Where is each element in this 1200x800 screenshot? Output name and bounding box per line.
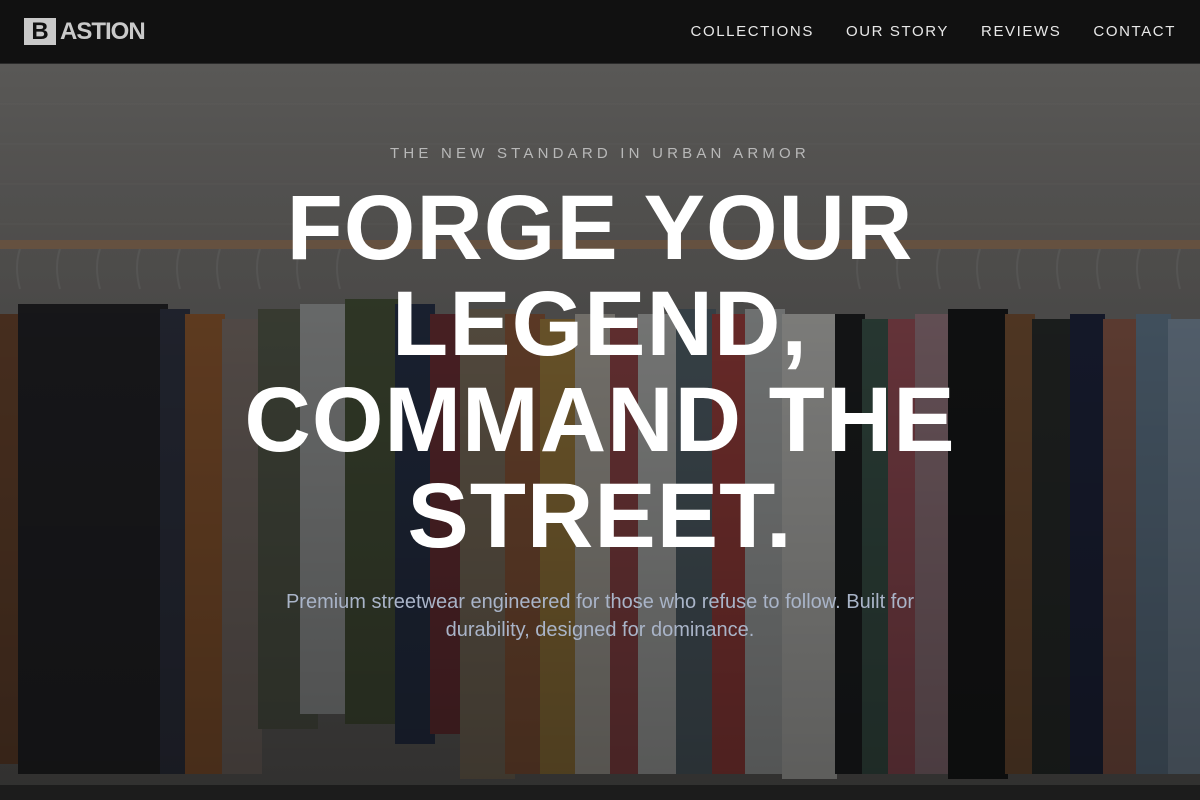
- nav-link-reviews[interactable]: REVIEWS: [981, 23, 1061, 40]
- nav-link-contact[interactable]: CONTACT: [1093, 23, 1176, 40]
- logo-text: ASTION: [60, 17, 146, 45]
- top-navigation: B ASTION COLLECTIONS OUR STORY REVIEWS C…: [0, 0, 1200, 64]
- hero-subtext: Premium streetwear engineered for those …: [285, 591, 915, 641]
- logo-mark: B: [24, 18, 56, 45]
- hero-section: THE NEW STANDARD IN URBAN ARMOR FORGE YO…: [0, 64, 1200, 785]
- next-section-edge: [0, 785, 1200, 800]
- nav-link-collections[interactable]: COLLECTIONS: [691, 23, 814, 40]
- nav-link-our-story[interactable]: OUR STORY: [846, 23, 949, 40]
- hero-content: THE NEW STANDARD IN URBAN ARMOR FORGE YO…: [0, 64, 1200, 785]
- page: B ASTION COLLECTIONS OUR STORY REVIEWS C…: [0, 0, 1200, 800]
- nav-links: COLLECTIONS OUR STORY REVIEWS CONTACT: [659, 23, 1176, 40]
- hero-eyebrow: THE NEW STANDARD IN URBAN ARMOR: [390, 145, 810, 162]
- brand-logo[interactable]: B ASTION: [24, 17, 146, 46]
- hero-headline: FORGE YOUR LEGEND, COMMAND THE STREET.: [244, 177, 956, 567]
